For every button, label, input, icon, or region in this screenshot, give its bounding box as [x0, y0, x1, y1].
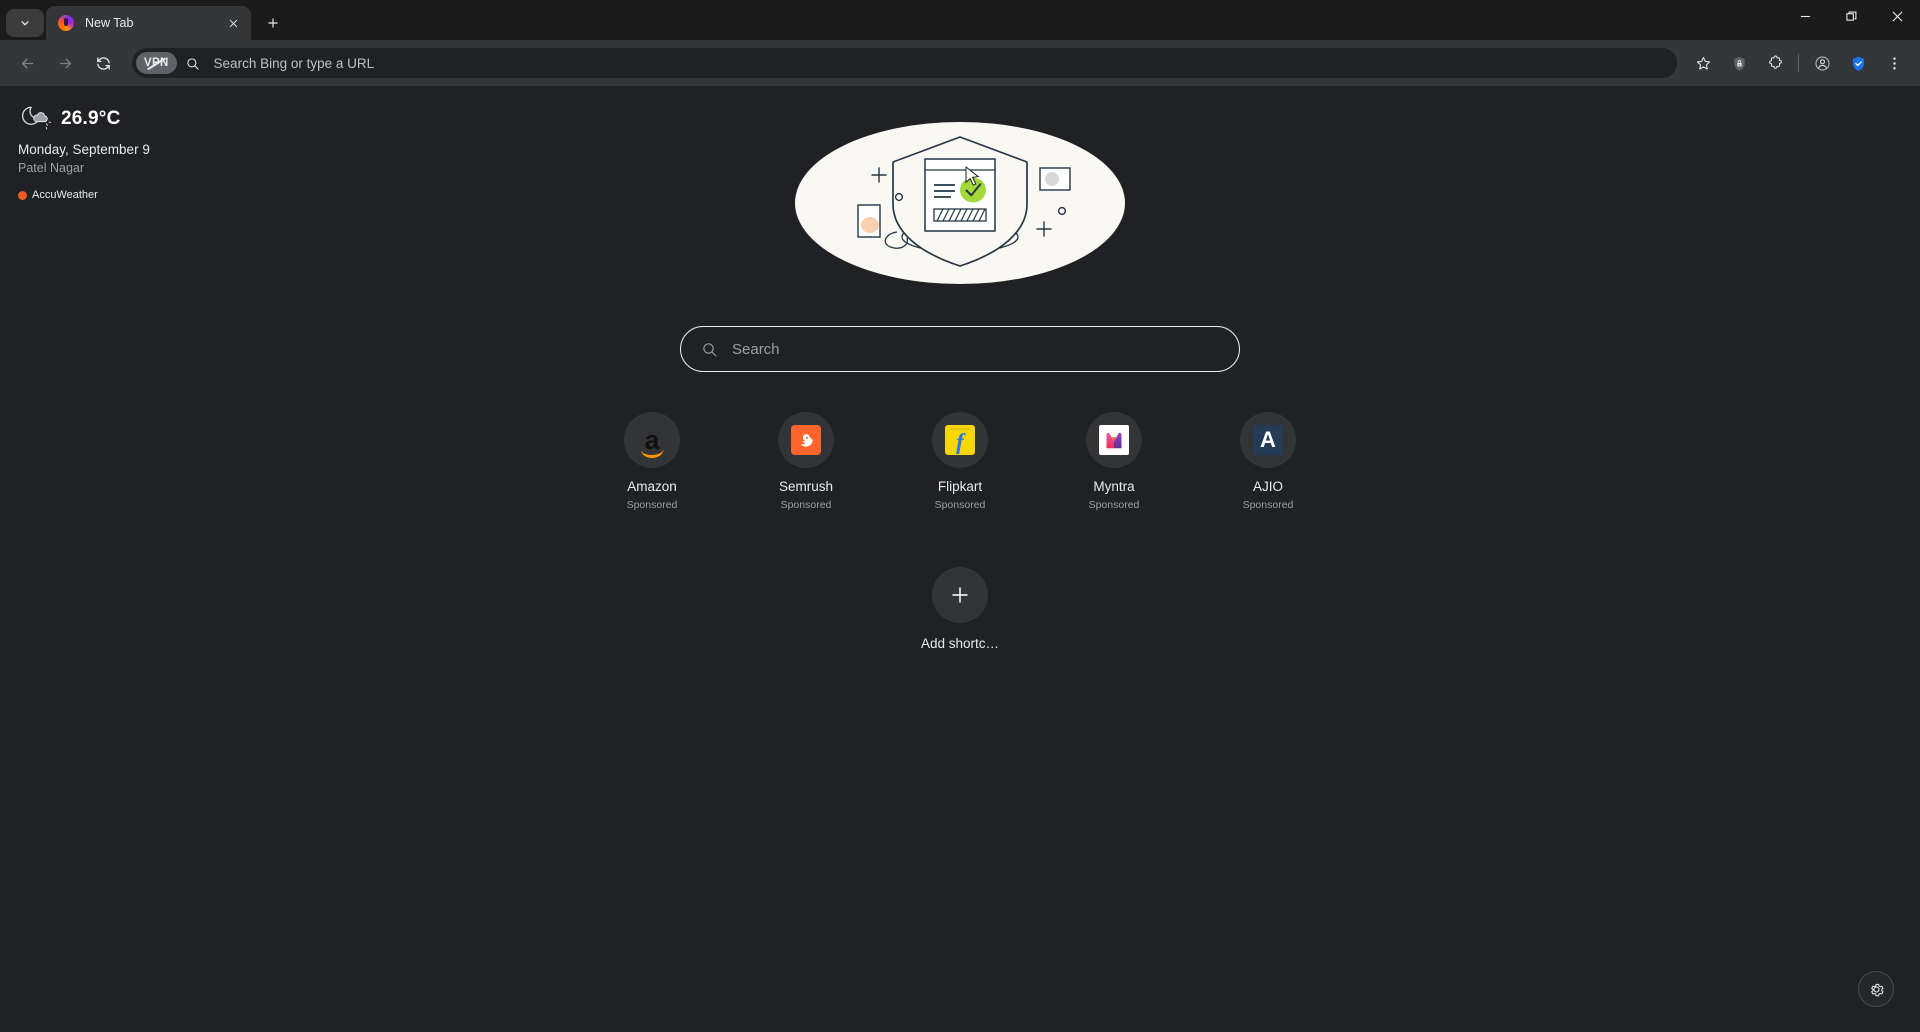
- new-tab-button[interactable]: [259, 9, 287, 37]
- weather-location: Patel Nagar: [18, 161, 85, 175]
- minimize-icon: [1800, 15, 1810, 17]
- extensions-button[interactable]: [1760, 48, 1790, 78]
- minimize-button[interactable]: [1782, 0, 1828, 32]
- star-icon: [1696, 56, 1710, 70]
- restore-icon: [1845, 11, 1856, 21]
- back-button[interactable]: [11, 47, 43, 79]
- tab-search-button[interactable]: [6, 9, 44, 37]
- forward-button[interactable]: [49, 47, 81, 79]
- shortcut-sponsored-label: Sponsored: [780, 499, 832, 511]
- shortcut-tile-ajio[interactable]: A AJIO Sponsored: [1216, 406, 1320, 511]
- close-icon: [229, 19, 237, 27]
- shortcut-title: AJIO: [1252, 479, 1283, 494]
- myntra-glyph-icon: [1106, 432, 1122, 449]
- ntp-search-box[interactable]: Search: [680, 326, 1240, 372]
- shortcut-tiles: a Amazon Sponsored Semrush Sponsored f F…: [600, 406, 1320, 511]
- vpn-toggle-badge[interactable]: VPN: [136, 52, 177, 74]
- profile-button[interactable]: [1807, 48, 1837, 78]
- close-icon: [1892, 11, 1902, 21]
- omnibox-search-icon-wrap: [180, 50, 206, 76]
- weather-date: Monday, September 9: [18, 142, 150, 157]
- three-dot-menu-icon: [1892, 56, 1896, 70]
- tab-close-button[interactable]: [223, 13, 243, 33]
- shortcut-sponsored-label: Sponsored: [1242, 499, 1294, 511]
- arrow-right-icon: [59, 58, 71, 68]
- tab-title: New Tab: [85, 16, 134, 30]
- weather-provider-label: AccuWeather: [32, 189, 98, 201]
- maximize-restore-button[interactable]: [1828, 0, 1874, 32]
- search-icon: [703, 342, 717, 356]
- new-tab-page: 26.9°C Monday, September 9 Patel Nagar A…: [0, 86, 1920, 1032]
- shortcut-title: Amazon: [627, 479, 677, 494]
- browser-orb-icon: [58, 15, 74, 31]
- shield-illustration-svg: [795, 122, 1125, 284]
- shortcut-title: Semrush: [778, 479, 834, 494]
- plus-icon: [268, 18, 278, 28]
- ntp-search-placeholder: Search: [732, 340, 780, 358]
- myntra-logo: [1099, 425, 1129, 455]
- amazon-logo: a: [632, 423, 672, 459]
- close-window-button[interactable]: [1874, 0, 1920, 32]
- browser-toolbar: VPN Search Bing or type a URL 6: [0, 40, 1920, 86]
- shortcut-icon-amazon: a: [624, 412, 680, 468]
- gear-icon: [1870, 983, 1884, 996]
- shortcut-tile-flipkart[interactable]: f Flipkart Sponsored: [908, 406, 1012, 511]
- shortcut-sponsored-label: Sponsored: [934, 499, 986, 511]
- privacy-guard-button[interactable]: 6: [1724, 48, 1754, 78]
- toolbar-divider: [1798, 54, 1799, 72]
- weather-temperature: 26.9°C: [61, 108, 121, 129]
- accuweather-dot-icon: [18, 190, 27, 200]
- shortcut-icon-myntra: [1086, 412, 1142, 468]
- shortcut-sponsored-label: Sponsored: [626, 499, 678, 511]
- moon-cloud-icon: [21, 106, 52, 130]
- weather-widget[interactable]: 26.9°C Monday, September 9 Patel Nagar A…: [18, 104, 150, 201]
- search-icon: [187, 57, 199, 70]
- puzzle-piece-icon: [1768, 55, 1782, 69]
- add-shortcut-button[interactable]: Add shortc…: [904, 561, 1016, 651]
- shortcut-icon-ajio: A: [1240, 412, 1296, 468]
- weather-attribution[interactable]: AccuWeather: [18, 189, 150, 201]
- shortcut-tile-myntra[interactable]: Myntra Sponsored: [1062, 406, 1166, 511]
- shortcut-icon-flipkart: f: [932, 412, 988, 468]
- bookmark-button[interactable]: [1688, 48, 1718, 78]
- tab-strip: New Tab: [0, 0, 1920, 40]
- semrush-glyph-icon: [800, 434, 813, 447]
- address-bar-placeholder: Search Bing or type a URL: [213, 55, 375, 71]
- chevron-down-icon: [21, 21, 29, 26]
- shortcut-icon-semrush: [778, 412, 834, 468]
- shortcut-title: Myntra: [1093, 479, 1135, 494]
- add-shortcut-label: Add shortc…: [920, 636, 1000, 651]
- security-shield-illustration: [795, 112, 1125, 294]
- weather-header: 26.9°C: [18, 104, 150, 134]
- customize-page-button[interactable]: [1858, 971, 1894, 1007]
- window-controls: [1782, 0, 1920, 40]
- address-bar[interactable]: VPN Search Bing or type a URL: [132, 48, 1677, 78]
- shield-check-icon: [1852, 56, 1864, 71]
- add-shortcut-circle: [932, 567, 988, 623]
- security-shield-button[interactable]: [1843, 48, 1873, 78]
- reload-icon: [96, 56, 110, 70]
- person-icon: [1814, 55, 1830, 71]
- reload-button[interactable]: [87, 47, 119, 79]
- lock-shield-icon: 6: [1733, 56, 1745, 71]
- flipkart-logo: f: [945, 425, 975, 455]
- shortcut-sponsored-label: Sponsored: [1088, 499, 1140, 511]
- browser-tab[interactable]: New Tab: [46, 6, 251, 40]
- shortcut-title: Flipkart: [937, 479, 983, 494]
- arrow-left-icon: [21, 58, 33, 68]
- shortcut-tile-semrush[interactable]: Semrush Sponsored: [754, 406, 858, 511]
- semrush-logo: [791, 425, 821, 455]
- svg-text:6: 6: [1738, 62, 1740, 66]
- shortcut-tile-amazon[interactable]: a Amazon Sponsored: [600, 406, 704, 511]
- plus-icon: [952, 587, 968, 603]
- browser-menu-button[interactable]: [1879, 48, 1909, 78]
- ajio-logo: A: [1253, 425, 1283, 455]
